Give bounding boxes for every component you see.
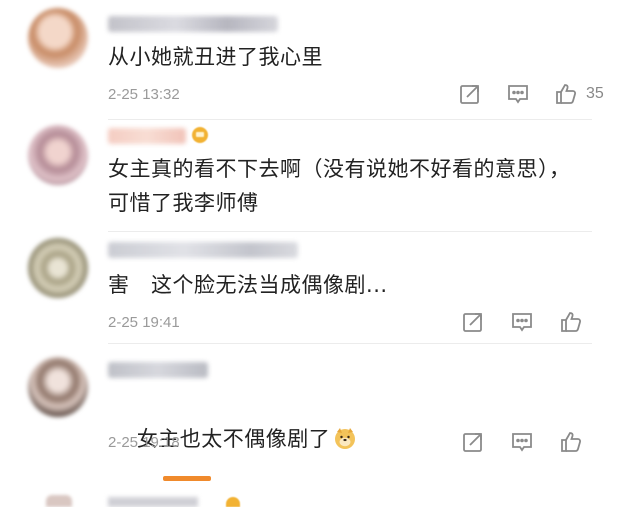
comment-item: 害 这个脸无法当成偶像剧... 2-25 19:41 (0, 232, 640, 344)
comment-icon (508, 85, 528, 104)
username[interactable] (108, 242, 298, 258)
like-button[interactable] (554, 82, 580, 108)
comment-actions: 35 (440, 82, 640, 108)
like-button[interactable] (559, 310, 585, 336)
comment-text: 女主真的看不下去啊（没有说她不好看的意思）， 可惜了我李师傅 (108, 157, 571, 215)
comment-actions (440, 310, 640, 336)
avatar[interactable] (28, 357, 88, 417)
avatar[interactable] (28, 8, 88, 68)
vip-crown-icon (226, 497, 240, 507)
comment-button[interactable] (510, 310, 536, 336)
comment-item: 女主真的看不下去啊（没有说她不好看的意思）， 可惜了我李师傅 (0, 120, 640, 232)
comment-date: 2-25 19:18 (108, 434, 180, 451)
comment-item: 女主也太不偶像剧了 2-25 19:18 (0, 344, 640, 474)
share-button[interactable] (458, 82, 484, 108)
username[interactable] (108, 362, 208, 378)
comment-actions (440, 430, 640, 456)
like-icon (556, 84, 577, 104)
comment-button[interactable] (506, 82, 532, 108)
share-button[interactable] (461, 310, 487, 336)
next-comment-peek (0, 489, 640, 507)
like-button[interactable] (559, 430, 585, 456)
comment-item: 从小她就丑进了我心里 2-25 13:32 35 (0, 0, 640, 120)
comment-icon (512, 433, 532, 452)
share-button[interactable] (461, 430, 487, 456)
username[interactable] (108, 16, 278, 32)
like-count: 35 (586, 85, 604, 102)
comment-date: 2-25 19:41 (108, 314, 180, 331)
comment-date: 2-25 13:32 (108, 86, 180, 103)
comment-text: 从小她就丑进了我心里 (108, 45, 323, 69)
avatar (46, 495, 72, 507)
vip-crown-icon (192, 127, 208, 143)
avatar[interactable] (28, 125, 88, 185)
like-icon (561, 432, 582, 452)
like-icon (561, 312, 582, 332)
share-icon (460, 85, 479, 104)
comment-icon (512, 313, 532, 332)
doge-emoji-icon (335, 428, 356, 449)
active-tab-indicator (163, 476, 211, 481)
comment-button[interactable] (510, 430, 536, 456)
comment-text: 害 这个脸无法当成偶像剧... (108, 273, 388, 297)
username (108, 497, 198, 507)
username[interactable] (108, 128, 186, 144)
share-icon (463, 433, 482, 452)
avatar[interactable] (28, 238, 88, 298)
share-icon (463, 313, 482, 332)
